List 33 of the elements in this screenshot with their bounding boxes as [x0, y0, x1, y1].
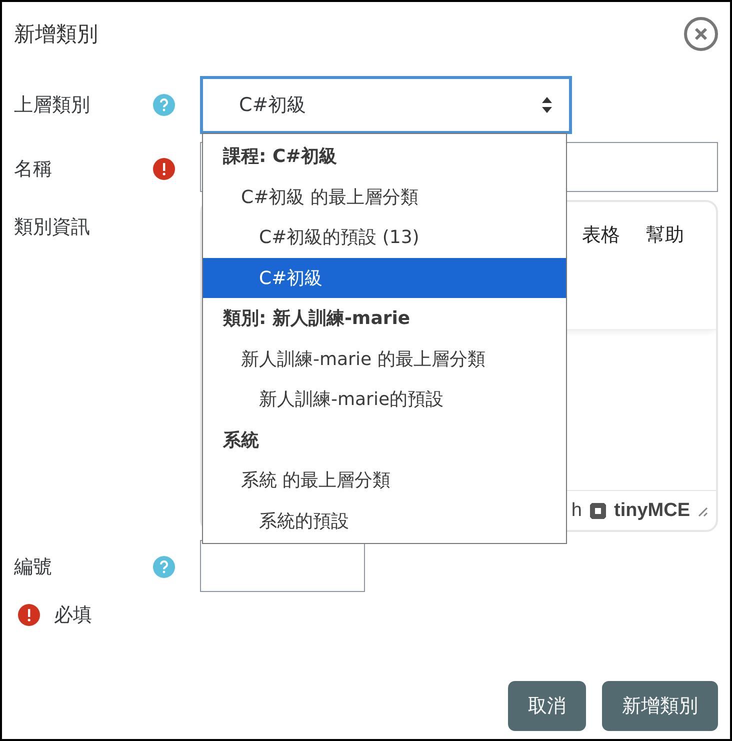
select-field[interactable]: C#初級: [200, 76, 572, 134]
dropdown-option[interactable]: 新人訓練-marie 的最上層分類: [203, 338, 566, 379]
menu-item[interactable]: 幫助: [646, 222, 684, 248]
dialog-title: 新增類別: [14, 21, 98, 48]
dropdown-option[interactable]: C#初級 的最上層分類: [203, 176, 566, 217]
footer-text: h: [571, 500, 582, 522]
field-label: 類別資訊: [14, 215, 91, 240]
error-icon: [18, 604, 40, 626]
sort-caret-icon: [541, 96, 553, 114]
close-icon: [694, 27, 708, 41]
required-note: 必填: [54, 603, 92, 628]
option-group-label: 課程: C#初級: [222, 145, 338, 170]
dropdown-option[interactable]: 系統的預設: [203, 500, 566, 541]
option-group-label: 系統: [222, 428, 260, 453]
dropdown-option[interactable]: 系統 的最上層分類: [203, 460, 566, 500]
dropdown-option[interactable]: 新人訓練-marie的預設: [203, 379, 566, 420]
menu-item[interactable]: 表格: [582, 222, 620, 248]
help-icon[interactable]: [153, 94, 175, 116]
help-icon[interactable]: [153, 556, 175, 578]
input-field[interactable]: [200, 540, 365, 592]
dropdown-option[interactable]: C#初級的預設 (13): [203, 217, 566, 258]
resize-handle-icon[interactable]: [696, 504, 708, 516]
field-label: 上層類別: [14, 93, 91, 118]
brand-text: tinyMCE: [614, 500, 690, 522]
action-button[interactable]: 取消: [508, 681, 586, 731]
field-label: 編號: [14, 555, 53, 580]
close-button[interactable]: [684, 17, 718, 51]
option-group-label: 類別: 新人訓練-marie: [222, 307, 412, 332]
action-button[interactable]: 新增類別: [602, 681, 718, 731]
field-label: 名稱: [14, 157, 53, 182]
logo-icon: [588, 500, 608, 520]
error-icon: [153, 158, 175, 180]
dropdown-option[interactable]: C#初級: [203, 258, 566, 298]
